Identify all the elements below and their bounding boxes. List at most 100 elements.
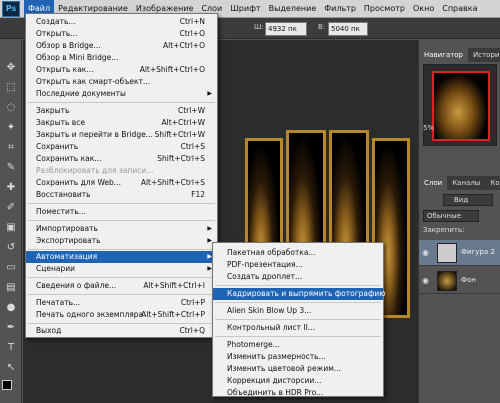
layer-row-background[interactable]: ◉ Фон	[419, 268, 500, 294]
menu-item-close-go-bridge[interactable]: Закрыть и перейти в Bridge... Shift+Ctrl+…	[26, 129, 217, 141]
submenu-item-conditional-mode[interactable]: Изменить цветовой режим...	[213, 363, 383, 375]
menu-separator	[28, 102, 215, 103]
submenu-item-merge-hdr[interactable]: Объединить в HDR Pro...	[213, 387, 383, 399]
layer-name: Фон	[461, 276, 476, 284]
marquee-tool-icon[interactable]: ⬚	[3, 80, 19, 96]
lasso-tool-icon[interactable]: ◌	[3, 100, 19, 116]
blur-tool-icon[interactable]: ●	[3, 300, 19, 316]
width-label: Ш:	[254, 23, 264, 31]
navigator-preview[interactable]	[423, 64, 497, 146]
menu-type[interactable]: Шрифт	[226, 0, 264, 18]
menu-item-close-all[interactable]: Закрыть все Alt+Ctrl+W	[26, 117, 217, 129]
menu-view[interactable]: Просмотр	[360, 0, 409, 18]
menu-separator	[28, 249, 215, 250]
menu-item-close[interactable]: Закрыть Ctrl+W	[26, 105, 217, 117]
menu-item-scripts[interactable]: Сценарии ▶	[26, 263, 217, 275]
menu-filter[interactable]: Фильтр	[320, 0, 360, 18]
width-field[interactable]: 4932 пк	[265, 22, 307, 36]
menu-select[interactable]: Выделение	[265, 0, 321, 18]
menu-item-unlock-write: Разблокировать для записи...	[36, 166, 154, 175]
file-menu-dropdown: Создать... Ctrl+N Открыть... Ctrl+O Обзор …	[25, 13, 218, 338]
menu-item-save-for-web[interactable]: Сохранить для Web... Alt+Shift+Ctrl+S	[26, 177, 217, 189]
height-label: В:	[318, 23, 326, 31]
path-select-icon[interactable]: ↖	[3, 360, 19, 376]
menu-item-browse-mini-bridge[interactable]: Обзор в Mini Bridge...	[26, 52, 217, 64]
stamp-tool-icon[interactable]: ▣	[3, 220, 19, 236]
tab-paths[interactable]: Контуры	[485, 176, 500, 190]
menu-separator	[215, 319, 381, 320]
navigator-view-box[interactable]	[432, 71, 490, 141]
menu-separator	[215, 336, 381, 337]
submenu-item-batch[interactable]: Пакетная обработка...	[213, 247, 383, 259]
layer-row-shape[interactable]: ◉ Фигура 2	[419, 240, 500, 266]
menu-item-file-info[interactable]: Сведения о файле... Alt+Shift+Ctrl+I	[26, 280, 217, 292]
menu-separator	[28, 203, 215, 204]
healing-brush-icon[interactable]: ✚	[3, 180, 19, 196]
brush-tool-icon[interactable]: ✐	[3, 200, 19, 216]
navigator-tabs: Навигатор История	[419, 48, 500, 62]
submenu-item-alien-skin-blowup[interactable]: Alien Skin Blow Up 3...	[213, 305, 383, 317]
automate-submenu: Пакетная обработка... PDF-презентация...…	[212, 242, 386, 399]
menu-item-exit[interactable]: Выход Ctrl+Q	[26, 325, 217, 337]
move-tool-icon[interactable]: ✥	[3, 60, 19, 76]
photoshop-logo: Ps	[2, 0, 20, 17]
crop-tool-icon[interactable]: ⌗	[3, 140, 19, 156]
menu-separator	[28, 323, 215, 324]
tab-navigator[interactable]: Навигатор	[419, 48, 468, 62]
menu-item-import[interactable]: Импортировать ▶	[26, 223, 217, 235]
foreground-color-swatch[interactable]	[2, 380, 12, 390]
history-brush-icon[interactable]: ↺	[3, 240, 19, 256]
blend-mode-select[interactable]: Обычные	[423, 210, 479, 222]
submenu-item-create-droplet[interactable]: Создать дроплет...	[213, 271, 383, 283]
zoom-level: 5%	[423, 124, 435, 132]
submenu-item-fit-image[interactable]: Изменить размерность...	[213, 351, 383, 363]
tab-channels[interactable]: Каналы	[447, 176, 485, 190]
menu-item-print[interactable]: Печатать... Ctrl+P	[26, 297, 217, 309]
visibility-eye-icon[interactable]: ◉	[422, 248, 432, 258]
menu-separator	[28, 294, 215, 295]
visibility-eye-icon[interactable]: ◉	[422, 276, 432, 286]
menu-item-save-as[interactable]: Сохранить как... Shift+Ctrl+S	[26, 153, 217, 165]
lock-label: Закрепить:	[423, 226, 465, 234]
tab-history[interactable]: История	[468, 48, 500, 62]
submenu-item-contact-sheet[interactable]: Контрольный лист II...	[213, 322, 383, 334]
submenu-item-pdf-presentation[interactable]: PDF-презентация...	[213, 259, 383, 271]
submenu-item-photomerge[interactable]: Photomerge...	[213, 339, 383, 351]
menu-item-recent[interactable]: Последние документы ▶	[26, 88, 217, 100]
menu-item-save[interactable]: Сохранить Ctrl+S	[26, 141, 217, 153]
menu-separator	[28, 277, 215, 278]
layers-tabs: Слои Каналы Контуры	[419, 176, 500, 190]
menu-item-browse-bridge[interactable]: Обзор в Bridge... Alt+Ctrl+O	[26, 40, 217, 52]
height-field[interactable]: 5040 пк	[328, 22, 368, 36]
tools-panel: ✥ ⬚ ◌ ✦ ⌗ ✎ ✚ ✐ ▣ ↺ ▭ ▤ ● ✒ T ↖	[0, 40, 22, 403]
submenu-arrow-icon: ▶	[207, 90, 212, 97]
menu-separator	[215, 302, 381, 303]
magic-wand-icon[interactable]: ✦	[3, 120, 19, 136]
menu-item-print-one-copy[interactable]: Печать одного экземпляра Alt+Shift+Ctrl+P	[26, 309, 217, 321]
menu-help[interactable]: Справка	[438, 0, 481, 18]
submenu-arrow-icon: ▶	[207, 225, 212, 232]
gradient-tool-icon[interactable]: ▤	[3, 280, 19, 296]
menu-separator	[28, 220, 215, 221]
layer-thumbnail	[437, 271, 457, 291]
eraser-tool-icon[interactable]: ▭	[3, 260, 19, 276]
menu-item-new[interactable]: Создать... Ctrl+N	[26, 16, 217, 28]
pen-tool-icon[interactable]: ✒	[3, 320, 19, 336]
layer-filter-select[interactable]: Вид	[443, 194, 493, 206]
menu-item-revert[interactable]: Восстановить F12	[26, 189, 217, 201]
tab-layers[interactable]: Слои	[419, 176, 448, 190]
menu-item-export[interactable]: Экспортировать ▶	[26, 235, 217, 247]
right-panels: Навигатор История 5% Слои Каналы Контуры…	[418, 40, 500, 403]
menu-window[interactable]: Окно	[409, 0, 438, 18]
menu-item-place[interactable]: Поместить...	[26, 206, 217, 218]
menu-item-open[interactable]: Открыть... Ctrl+O	[26, 28, 217, 40]
submenu-item-crop-straighten[interactable]: Кадрировать и выпрямить фотографию	[213, 288, 386, 300]
menu-separator	[215, 285, 381, 286]
menu-item-automate[interactable]: Автоматизация ▶	[26, 251, 217, 263]
layer-thumbnail	[437, 243, 457, 263]
menu-item-open-smart-object[interactable]: Открыть как смарт-объект...	[26, 76, 217, 88]
submenu-item-lens-correction[interactable]: Коррекция дисторсии...	[213, 375, 383, 387]
eyedropper-icon[interactable]: ✎	[3, 160, 19, 176]
text-tool-icon[interactable]: T	[3, 340, 19, 356]
menu-item-open-as[interactable]: Открыть как... Alt+Shift+Ctrl+O	[26, 64, 217, 76]
